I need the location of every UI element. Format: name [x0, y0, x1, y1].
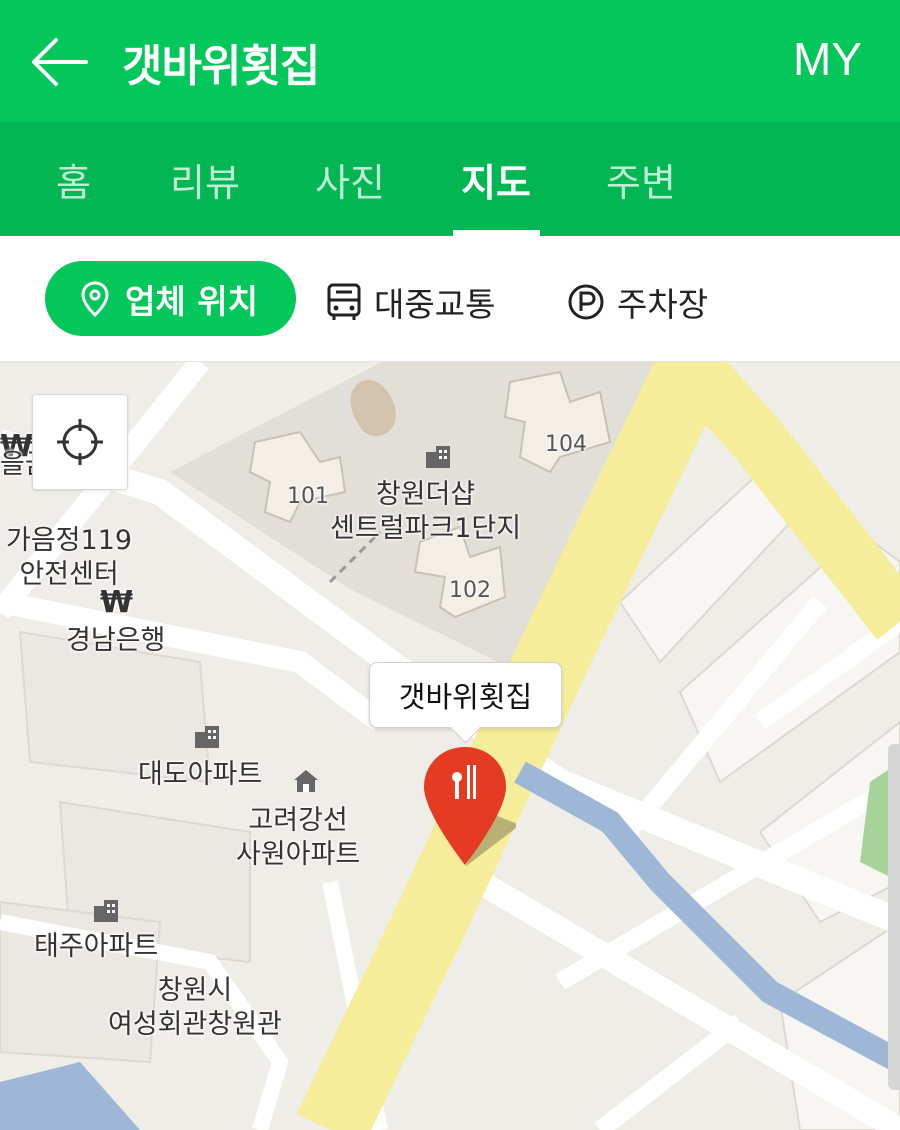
map-label-womens-hall: 창원시 여성회관창원관 [108, 975, 282, 1040]
map-label-goryeo-apartment: 고려강선 사원아파트 [236, 805, 361, 870]
tab-photos[interactable]: 사진 [315, 152, 385, 207]
map-side-handle[interactable] [888, 744, 900, 1090]
business-location-button[interactable]: 업체 위치 [45, 261, 296, 336]
map-label-taeju-apartment: 태주아파트 [34, 931, 159, 962]
map-label-apartment-complex: 창원더샵 센트럴파크1단지 [330, 479, 522, 544]
page-title: 갯바위횟집 [122, 41, 320, 92]
apartment-icon [94, 900, 118, 922]
back-arrow-icon[interactable] [28, 34, 90, 90]
apartment-icon [426, 446, 450, 468]
map-view[interactable]: 101 104 102 ₩ ₩ 창원더샵 센트럴파크1단지 을금고 가음정119… [0, 362, 900, 1130]
tab-map[interactable]: 지도 [461, 152, 531, 207]
public-transit-label: 대중교통 [374, 285, 496, 324]
apartment-icon [195, 726, 219, 748]
building-101-label: 101 [287, 484, 329, 509]
map-label-bank: 경남은행 [66, 625, 166, 656]
current-location-button[interactable] [32, 394, 128, 490]
business-location-label: 업체 위치 [125, 281, 258, 321]
map-filter-bar: 업체 위치 대중교통 주차장 [0, 236, 900, 362]
place-callout[interactable]: 갯바위횟집 [369, 662, 562, 728]
parking-button[interactable]: 주차장 [567, 278, 708, 326]
tab-bar: 홈 리뷰 사진 지도 주변 [0, 122, 900, 236]
top-app-bar: 갯바위횟집 MY [0, 0, 900, 122]
restaurant-pin-icon[interactable] [420, 745, 516, 875]
map-label-daedo-apartment: 대도아파트 [138, 759, 263, 790]
parking-icon [568, 284, 604, 320]
building-104-label: 104 [545, 432, 587, 457]
tab-home[interactable]: 홈 [56, 152, 91, 207]
building-102-label: 102 [449, 578, 491, 603]
parking-label: 주차장 [617, 285, 709, 324]
bus-icon [327, 283, 361, 320]
crosshair-icon [57, 419, 103, 465]
tab-nearby[interactable]: 주변 [606, 152, 676, 207]
map-label-fire-station: 가음정119 안전센터 [6, 525, 133, 590]
place-callout-label: 갯바위횟집 [398, 680, 533, 714]
my-page-button[interactable]: MY [793, 32, 862, 86]
house-icon [294, 770, 318, 792]
public-transit-button[interactable]: 대중교통 [326, 278, 495, 326]
location-pin-icon [81, 280, 109, 317]
tab-reviews[interactable]: 리뷰 [170, 152, 240, 207]
